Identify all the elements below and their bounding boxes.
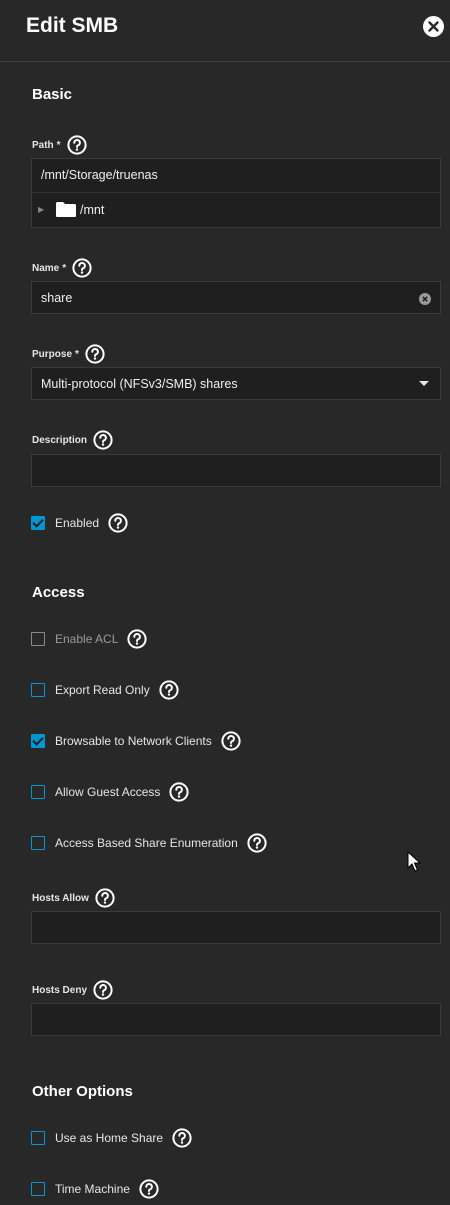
help-icon[interactable] — [139, 1179, 159, 1199]
abe-label: Access Based Share Enumeration — [55, 836, 238, 850]
clear-icon[interactable] — [419, 292, 431, 305]
dialog-header: Edit SMB — [0, 0, 450, 62]
checkbox-box[interactable] — [31, 632, 45, 646]
enabled-checkbox[interactable]: Enabled — [31, 513, 128, 533]
dialog-title: Edit SMB — [26, 14, 119, 37]
checkbox-box[interactable] — [31, 683, 45, 697]
home-share-label: Use as Home Share — [55, 1131, 164, 1145]
section-basic-title: Basic — [32, 86, 73, 103]
hosts-deny-input[interactable] — [31, 1003, 441, 1036]
checkbox-box[interactable] — [31, 785, 45, 799]
path-value[interactable]: /mnt/Storage/truenas — [41, 168, 158, 182]
name-input[interactable]: share — [31, 281, 441, 314]
checkbox-box[interactable] — [31, 1131, 45, 1145]
hosts-allow-label: Hosts Allow — [32, 888, 115, 908]
help-icon[interactable] — [247, 833, 267, 853]
path-explorer[interactable]: /mnt/Storage/truenas ▶ /mnt — [31, 158, 441, 228]
folder-icon — [55, 201, 77, 223]
hosts-allow-input[interactable] — [31, 911, 441, 944]
mouse-cursor-icon — [407, 850, 422, 878]
path-label-text: Path — [32, 139, 54, 151]
abe-checkbox[interactable]: Access Based Share Enumeration — [31, 833, 267, 853]
help-icon[interactable] — [72, 258, 92, 278]
help-icon[interactable] — [127, 629, 147, 649]
checkbox-box[interactable] — [31, 1182, 45, 1196]
help-icon[interactable] — [221, 731, 241, 751]
description-input[interactable] — [31, 454, 441, 487]
browsable-label: Browsable to Network Clients — [55, 734, 212, 748]
purpose-label: Purpose * — [32, 344, 105, 364]
description-label: Description — [32, 430, 113, 450]
guest-access-checkbox[interactable]: Allow Guest Access — [31, 782, 189, 802]
close-icon[interactable] — [423, 16, 444, 37]
name-label-text: Name — [32, 262, 60, 274]
required-marker: * — [62, 262, 67, 274]
checkbox-box[interactable] — [31, 836, 45, 850]
checkbox-box[interactable] — [31, 516, 45, 530]
help-icon[interactable] — [95, 888, 115, 908]
help-icon[interactable] — [108, 513, 128, 533]
time-machine-label: Time Machine — [55, 1182, 130, 1196]
guest-access-label: Allow Guest Access — [55, 785, 161, 799]
help-icon[interactable] — [159, 680, 179, 700]
export-read-only-checkbox[interactable]: Export Read Only — [31, 680, 179, 700]
help-icon[interactable] — [66, 135, 87, 155]
enable-acl-label: Enable ACL — [55, 632, 119, 646]
hosts-deny-label-text: Hosts Deny — [32, 984, 88, 996]
expand-arrow-icon[interactable]: ▶ — [38, 205, 44, 214]
enable-acl-checkbox[interactable]: Enable ACL — [31, 629, 147, 649]
section-other-title: Other Options — [32, 1083, 133, 1100]
required-marker: * — [75, 348, 79, 360]
description-label-text: Description — [32, 434, 88, 446]
enabled-label: Enabled — [55, 516, 100, 530]
help-icon[interactable] — [169, 782, 189, 802]
purpose-label-text: Purpose — [32, 348, 73, 360]
time-machine-checkbox[interactable]: Time Machine — [31, 1179, 159, 1199]
help-icon[interactable] — [172, 1128, 192, 1148]
export-read-only-label: Export Read Only — [55, 683, 150, 697]
help-icon[interactable] — [93, 980, 113, 1000]
home-share-checkbox[interactable]: Use as Home Share — [31, 1128, 192, 1148]
section-access-title: Access — [32, 584, 85, 601]
required-marker: * — [56, 139, 61, 151]
browsable-checkbox[interactable]: Browsable to Network Clients — [31, 731, 241, 751]
help-icon[interactable] — [93, 430, 113, 450]
name-value[interactable]: share — [41, 291, 72, 305]
tree-node-mnt[interactable]: ▶ /mnt — [32, 193, 440, 227]
hosts-deny-label: Hosts Deny — [32, 980, 113, 1000]
path-label: Path * — [32, 135, 87, 155]
purpose-value[interactable]: Multi-protocol (NFSv3/SMB) shares — [41, 377, 238, 391]
tree-node-label: /mnt — [80, 203, 105, 217]
name-label: Name * — [32, 258, 92, 278]
chevron-down-icon[interactable] — [419, 381, 429, 386]
checkbox-box[interactable] — [31, 734, 45, 748]
purpose-select[interactable]: Multi-protocol (NFSv3/SMB) shares — [31, 367, 441, 400]
help-icon[interactable] — [85, 344, 105, 364]
hosts-allow-label-text: Hosts Allow — [32, 892, 89, 904]
